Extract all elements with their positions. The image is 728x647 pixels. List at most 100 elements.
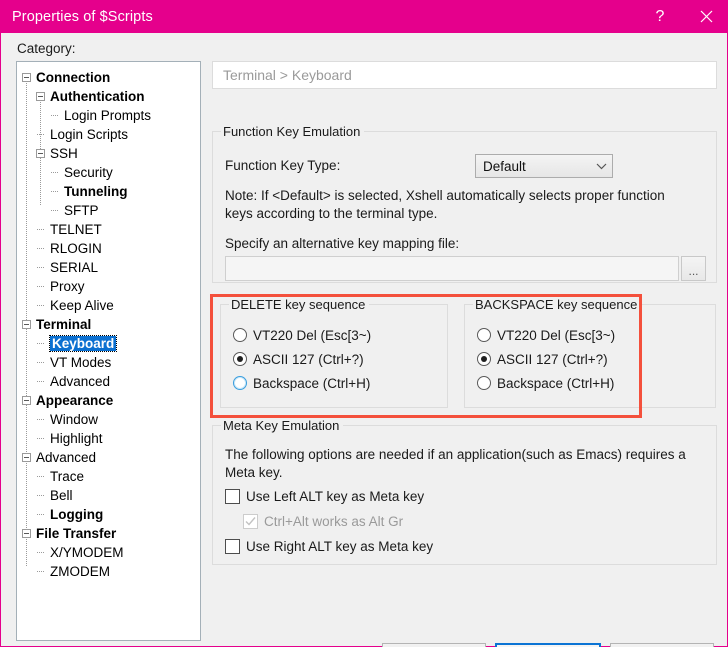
sidebar-item-authentication[interactable]: Authentication [17,87,200,106]
meta-key-checkbox-3[interactable]: Use Right ALT key as Meta key [225,536,433,556]
meta-key-checkbox-label: Use Left ALT key as Meta key [246,488,425,504]
connect-button[interactable]: Connect [382,643,486,647]
close-icon[interactable] [683,0,728,33]
tree-connector-icon [36,282,45,291]
sidebar-item-label: Security [64,165,113,180]
delete-key-sequence-group: DELETE key sequence VT220 Del (Esc[3~) AS… [220,297,448,408]
sidebar-item-security[interactable]: Security [17,163,200,182]
sidebar-item-appearance[interactable]: Appearance [17,391,200,410]
help-icon[interactable]: ? [637,0,683,33]
tree-connector-icon [36,510,45,519]
tree-expander-icon[interactable] [22,529,31,538]
tree-connector-icon [36,301,45,310]
tree-expander-icon[interactable] [36,149,45,158]
sidebar-item-login-prompts[interactable]: Login Prompts [17,106,200,125]
tree-connector-icon [36,377,45,386]
tree-expander-icon[interactable] [22,396,31,405]
sidebar-item-keyboard[interactable]: Keyboard [17,334,200,353]
sidebar-item-label: Advanced [50,374,111,389]
function-key-emulation-title: Function Key Emulation [221,124,365,139]
function-key-type-select[interactable]: Default [475,154,613,178]
sidebar-item-label: Keep Alive [50,298,114,313]
sidebar-item-label: Window [50,412,99,427]
sidebar-item-label: Logging [50,507,104,522]
sidebar-item-telnet[interactable]: TELNET [17,220,200,239]
sidebar-item-tunneling[interactable]: Tunneling [17,182,200,201]
function-key-note: Note: If <Default> is selected, Xshell a… [225,188,665,221]
sidebar-item-zmodem[interactable]: ZMODEM [17,562,200,581]
breadcrumb: Terminal > Keyboard [212,61,717,89]
sidebar-item-terminal[interactable]: Terminal [17,315,200,334]
sidebar-item-advanced[interactable]: Advanced [17,448,200,467]
tree-connector-icon [36,434,45,443]
category-tree[interactable]: Connection Authentication Login Prompts Log… [16,61,201,641]
category-tree-items: Connection Authentication Login Prompts Log… [17,62,200,581]
meta-key-checkbox-label: Ctrl+Alt works as Alt Gr [264,513,404,529]
sidebar-item-advanced[interactable]: Advanced [17,372,200,391]
radio-button-icon[interactable] [233,376,247,390]
checkbox-icon[interactable] [225,488,240,504]
radio-button-icon[interactable] [233,328,247,342]
sidebar-item-highlight[interactable]: Highlight [17,429,200,448]
delete-key-option-label: VT220 Del (Esc[3~) [253,327,372,343]
ok-button[interactable]: OK [495,643,601,647]
cancel-button[interactable]: Cancel [610,643,714,647]
sidebar-item-label: TELNET [50,222,102,237]
delete-key-option-3[interactable]: Backspace (Ctrl+H) [233,373,370,393]
sidebar-item-label: Connection [36,70,111,85]
sidebar-item-label: Keyboard [48,335,118,352]
category-label: Category: [17,41,76,56]
sidebar-item-keep-alive[interactable]: Keep Alive [17,296,200,315]
radio-button-icon[interactable] [477,352,491,366]
sidebar-item-trace[interactable]: Trace [17,467,200,486]
meta-key-emulation-group: Meta Key Emulation The following options… [212,418,717,565]
tree-expander-icon[interactable] [22,320,31,329]
sidebar-item-file-transfer[interactable]: File Transfer [17,524,200,543]
checkbox-icon[interactable] [225,538,240,554]
sidebar-item-logging[interactable]: Logging [17,505,200,524]
sidebar-item-login-scripts[interactable]: Login Scripts [17,125,200,144]
backspace-key-option-1[interactable]: VT220 Del (Esc[3~) [477,325,615,345]
tree-expander-icon[interactable] [36,92,45,101]
sidebar-item-connection[interactable]: Connection [17,68,200,87]
radio-button-icon[interactable] [477,376,491,390]
sidebar-item-serial[interactable]: SERIAL [17,258,200,277]
sidebar-item-label: Bell [50,488,73,503]
tree-connector-icon [36,548,45,557]
backspace-key-option-2[interactable]: ASCII 127 (Ctrl+?) [477,349,608,369]
sidebar-item-bell[interactable]: Bell [17,486,200,505]
tree-connector-icon [36,263,45,272]
sidebar-item-label: VT Modes [50,355,112,370]
sidebar-item-vt-modes[interactable]: VT Modes [17,353,200,372]
tree-connector-icon [36,130,45,139]
sidebar-item-rlogin[interactable]: RLOGIN [17,239,200,258]
sidebar-item-sftp[interactable]: SFTP [17,201,200,220]
sidebar-item-ssh[interactable]: SSH [17,144,200,163]
window-title: Properties of $Scripts [12,8,153,25]
meta-key-checkbox-1[interactable]: Use Left ALT key as Meta key [225,486,424,506]
sidebar-item-label: ZMODEM [50,564,110,579]
sidebar-item-window[interactable]: Window [17,410,200,429]
sidebar-item-label: Advanced [36,450,97,465]
radio-button-icon[interactable] [477,328,491,342]
backspace-key-option-3[interactable]: Backspace (Ctrl+H) [477,373,614,393]
tree-expander-icon[interactable] [22,453,31,462]
sidebar-item-label: Login Scripts [50,127,129,142]
tree-connector-icon [36,415,45,424]
function-key-emulation-group: Function Key Emulation Function Key Type… [212,124,717,283]
tree-expander-icon[interactable] [22,73,31,82]
sidebar-item-label: File Transfer [36,526,117,541]
sidebar-item-x-ymodem[interactable]: X/YMODEM [17,543,200,562]
key-mapping-file-input[interactable] [225,256,679,281]
sidebar-item-label: RLOGIN [50,241,102,256]
radio-button-icon[interactable] [233,352,247,366]
delete-key-option-1[interactable]: VT220 Del (Esc[3~) [233,325,371,345]
delete-key-sequence-title: DELETE key sequence [229,297,370,312]
sidebar-item-label: Tunneling [64,184,128,199]
delete-key-option-2[interactable]: ASCII 127 (Ctrl+?) [233,349,364,369]
sidebar-item-proxy[interactable]: Proxy [17,277,200,296]
sidebar-item-label: Login Prompts [64,108,152,123]
sidebar-item-label: SFTP [64,203,99,218]
browse-file-button[interactable]: ... [681,256,706,281]
function-key-type-label: Function Key Type: [225,158,341,173]
